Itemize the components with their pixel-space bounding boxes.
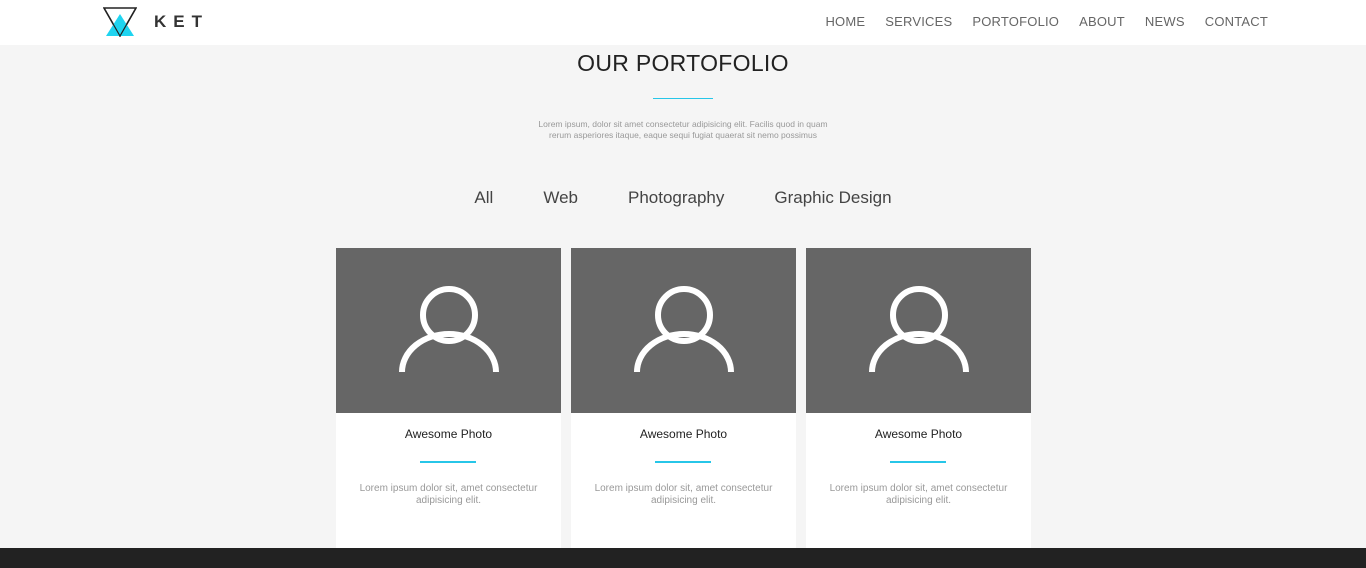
portfolio-card[interactable]: Awesome Photo Lorem ipsum dolor sit, ame… xyxy=(806,248,1031,548)
navbar: KET HOME SERVICES PORTOFOLIO ABOUT NEWS … xyxy=(0,0,1366,45)
brand-name[interactable]: KET xyxy=(154,12,209,32)
card-text: Lorem ipsum dolor sit, amet consectetur … xyxy=(829,483,1008,506)
title-divider xyxy=(653,98,713,99)
section-title: OUR PORTOFOLIO xyxy=(577,50,789,76)
nav-home-link[interactable]: HOME xyxy=(825,14,865,29)
portfolio-card[interactable]: Awesome Photo Lorem ipsum dolor sit, ame… xyxy=(336,248,561,548)
main-nav: HOME SERVICES PORTOFOLIO ABOUT NEWS CONT… xyxy=(825,14,1268,29)
logo-icon[interactable] xyxy=(103,7,137,37)
filter-photography[interactable]: Photography xyxy=(628,188,724,208)
card-title: Awesome Photo xyxy=(404,427,493,441)
nav-portofolio-link[interactable]: PORTOFOLIO xyxy=(972,14,1059,29)
nav-contact-link[interactable]: CONTACT xyxy=(1205,14,1268,29)
user-icon xyxy=(868,285,969,372)
card-divider xyxy=(420,461,476,463)
nav-about-link[interactable]: ABOUT xyxy=(1079,14,1125,29)
user-icon xyxy=(398,285,499,372)
nav-news-link[interactable]: NEWS xyxy=(1145,14,1185,29)
footer xyxy=(0,548,1366,568)
filter-web[interactable]: Web xyxy=(543,188,578,208)
filter-graphic-design[interactable]: Graphic Design xyxy=(774,188,891,208)
card-image[interactable] xyxy=(336,248,561,413)
card-text: Lorem ipsum dolor sit, amet consectetur … xyxy=(594,483,773,506)
card-title: Awesome Photo xyxy=(874,427,963,441)
portfolio-card[interactable]: Awesome Photo Lorem ipsum dolor sit, ame… xyxy=(571,248,796,548)
section-description: Lorem ipsum, dolor sit amet consectetur … xyxy=(538,119,828,140)
nav-services-link[interactable]: SERVICES xyxy=(885,14,952,29)
card-divider xyxy=(655,461,711,463)
card-image[interactable] xyxy=(571,248,796,413)
card-text: Lorem ipsum dolor sit, amet consectetur … xyxy=(359,483,538,506)
card-image[interactable] xyxy=(806,248,1031,413)
card-title: Awesome Photo xyxy=(639,427,728,441)
card-divider xyxy=(890,461,946,463)
filter-all[interactable]: All xyxy=(474,188,493,208)
portfolio-filters: All Web Photography Graphic Design xyxy=(0,188,1366,208)
user-icon xyxy=(633,285,734,372)
